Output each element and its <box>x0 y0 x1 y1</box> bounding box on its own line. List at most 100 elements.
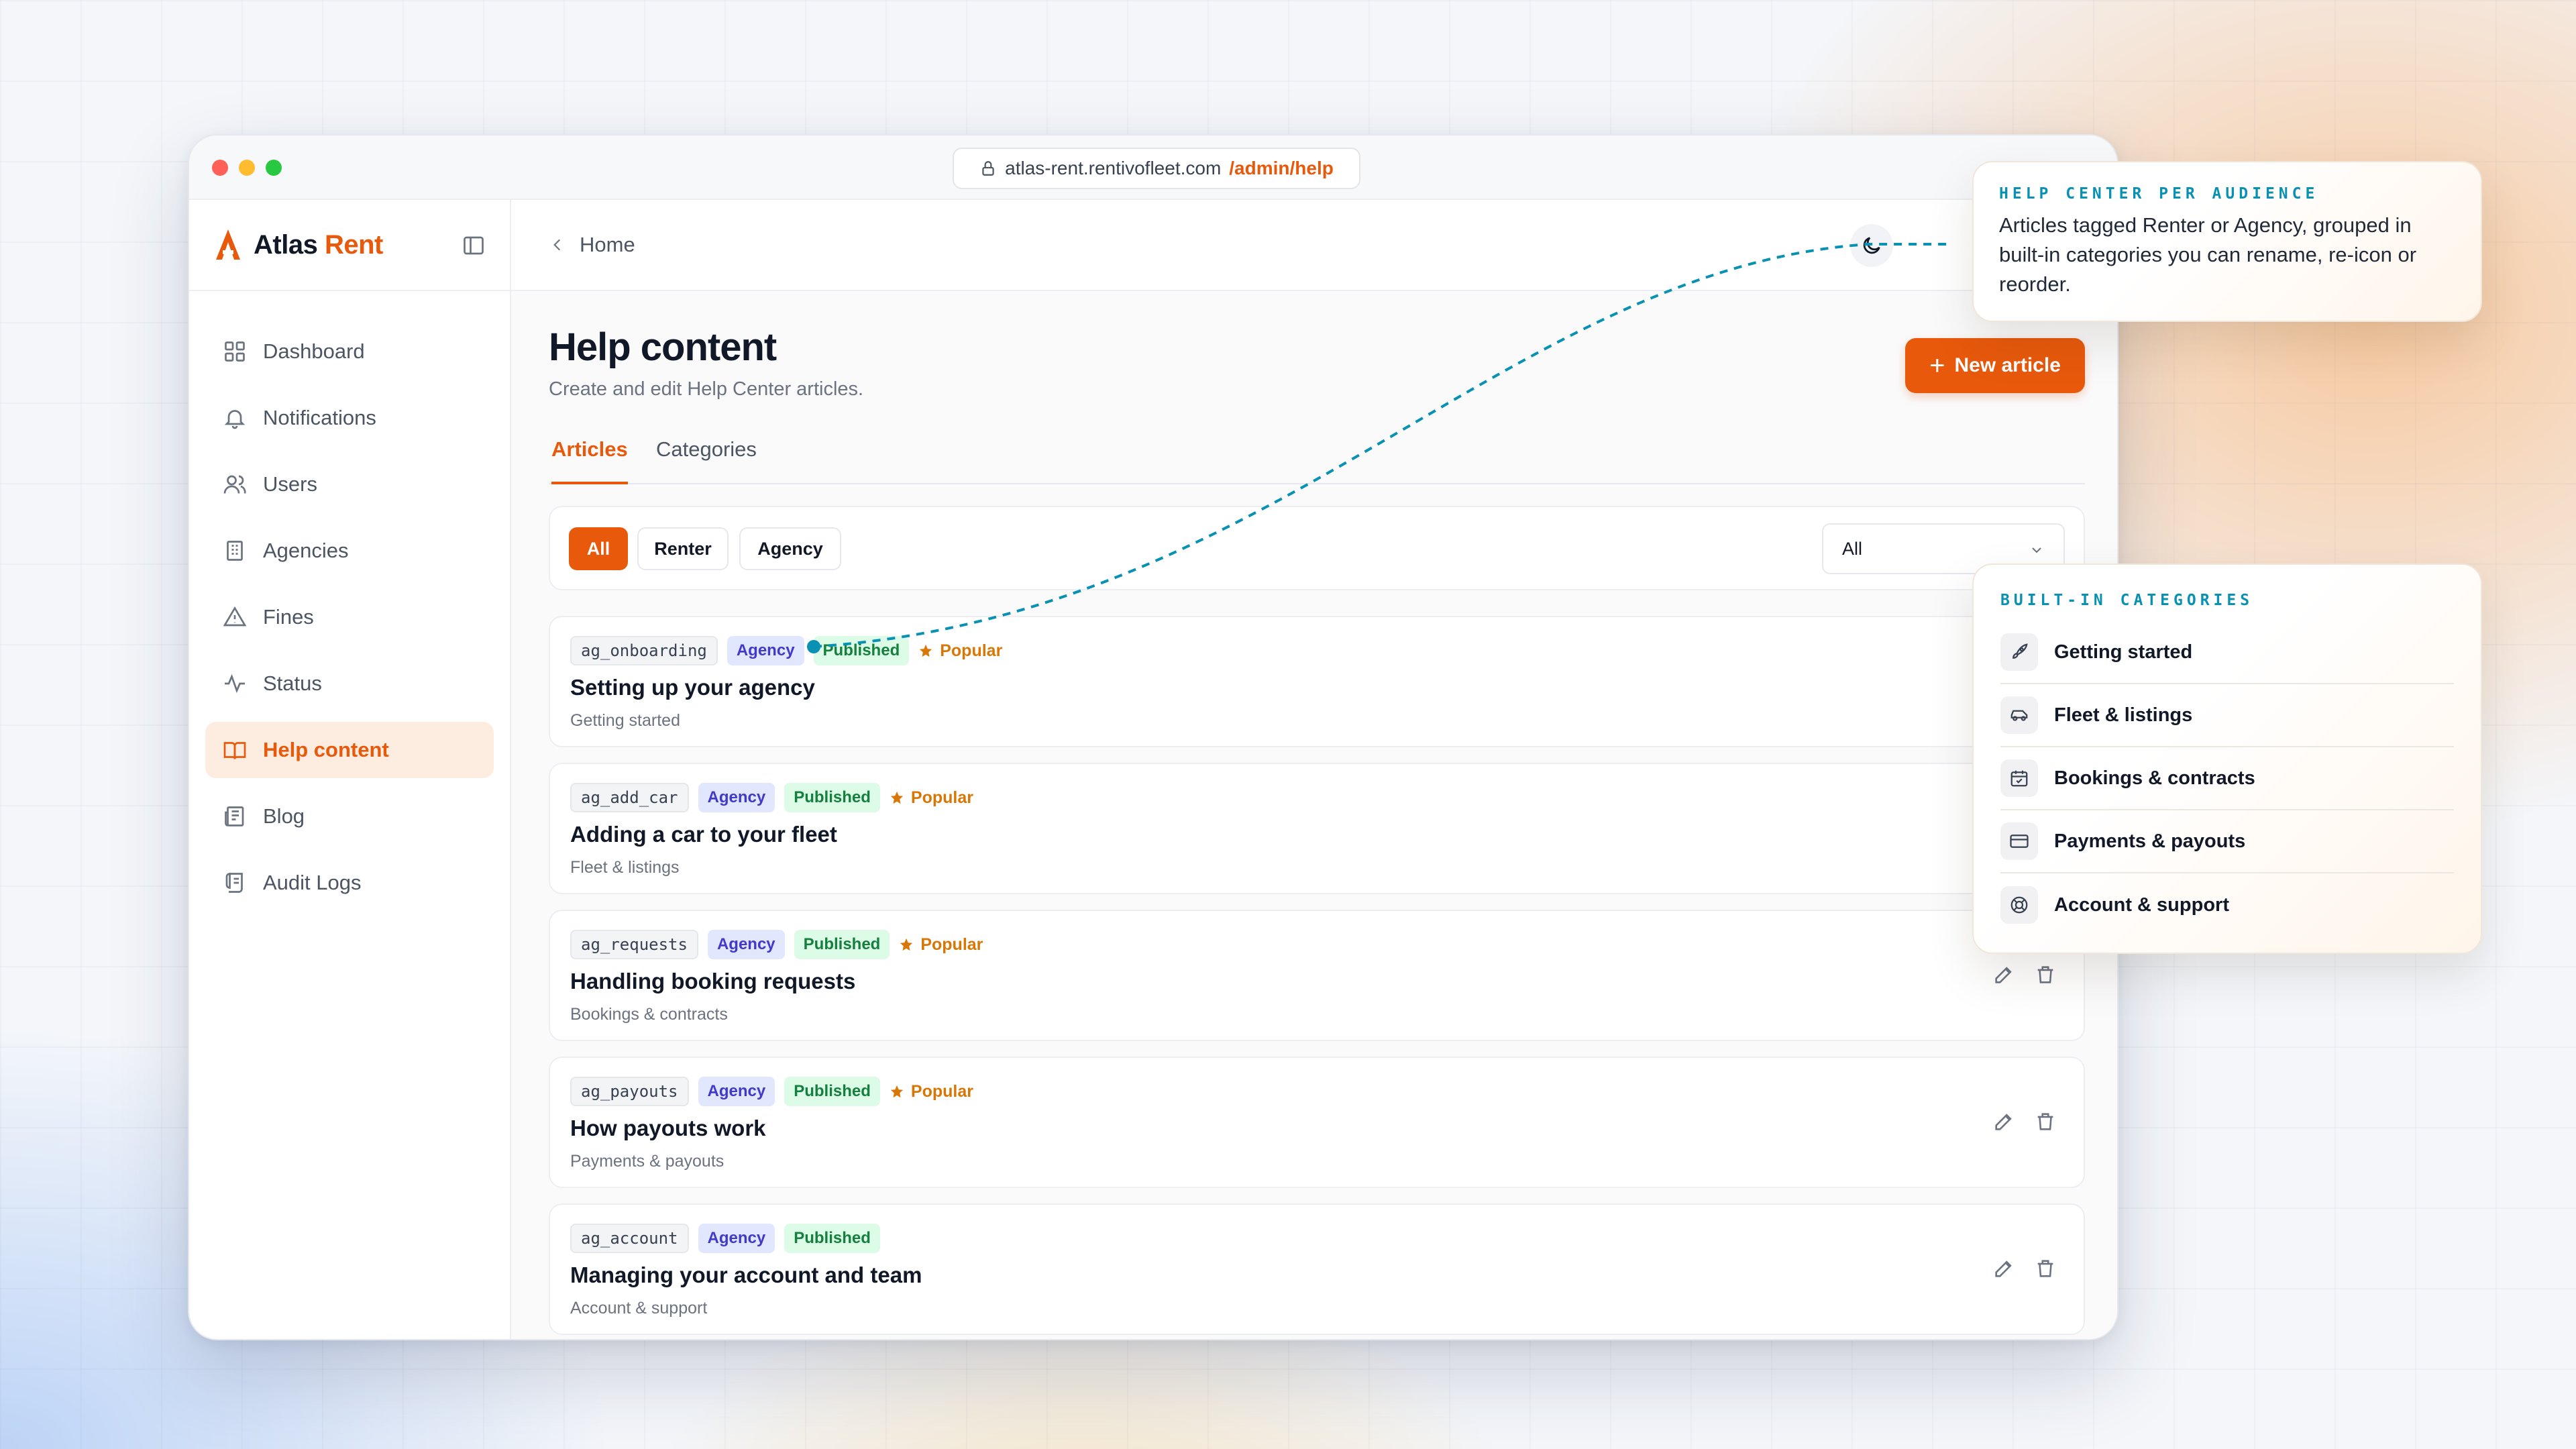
tab-categories[interactable]: Categories <box>656 437 757 474</box>
building-icon <box>227 541 243 561</box>
trash-icon[interactable] <box>2034 1110 2057 1133</box>
popular-label: Popular <box>920 934 983 954</box>
sidebar-collapse-icon[interactable] <box>462 233 486 258</box>
category-list: Getting started Fleet & listings Booking… <box>2000 621 2454 936</box>
star-icon <box>890 1085 904 1098</box>
url-path: /admin/help <box>1229 158 1334 178</box>
trash-icon[interactable] <box>2034 1257 2057 1280</box>
filter-chip-all[interactable]: All <box>569 527 628 570</box>
url-host: atlas-rent.rentivofleet.com <box>1005 158 1222 178</box>
minimize-window-dot[interactable] <box>239 160 255 176</box>
edit-pencil-icon[interactable] <box>1992 1257 2015 1280</box>
article-title: Adding a car to your fleet <box>570 822 837 847</box>
status-badge: Published <box>784 1077 880 1106</box>
article-category: Account & support <box>570 1299 708 1318</box>
audience-badge: Agency <box>727 636 804 665</box>
activity-icon <box>225 674 245 694</box>
sidebar-item-fines[interactable]: Fines <box>205 589 494 645</box>
sidebar-item-users[interactable]: Users <box>205 456 494 513</box>
car-icon <box>2000 696 2038 734</box>
article-category: Bookings & contracts <box>570 1005 728 1024</box>
breadcrumb-home[interactable]: Home <box>580 233 635 257</box>
article-actions <box>1992 1257 2057 1280</box>
sidebar-item-dashboard[interactable]: Dashboard <box>205 323 494 380</box>
brand-name-main: Atlas <box>254 229 318 260</box>
chevron-left-icon[interactable] <box>549 236 566 254</box>
article-category: Fleet & listings <box>570 858 680 877</box>
new-article-button[interactable]: + New article <box>1905 338 2085 393</box>
atlas-logo-icon <box>216 229 240 260</box>
main-content: Home Help content Create and edit Help C… <box>511 200 2117 1339</box>
users-icon <box>223 475 246 494</box>
filter-bar: All Renter Agency All <box>549 506 2085 590</box>
article-actions <box>1992 963 2057 986</box>
category-label: Getting started <box>2054 641 2193 663</box>
article-category: Getting started <box>570 711 680 730</box>
star-icon <box>890 791 904 804</box>
category-item: Account & support <box>2000 873 2454 936</box>
filter-chip-agency[interactable]: Agency <box>739 527 841 570</box>
popular-label: Popular <box>940 641 1003 660</box>
sidebar-item-help-content[interactable]: Help content <box>205 722 494 778</box>
sidebar-item-label: Help content <box>263 738 389 761</box>
star-icon <box>900 938 913 951</box>
status-badge: Published <box>784 783 880 812</box>
lifebuoy-icon <box>2000 886 2038 924</box>
star-icon <box>920 644 932 657</box>
moon-icon <box>1863 237 1880 254</box>
newspaper-icon <box>225 806 244 826</box>
content-tabs: Articles Categories <box>549 437 2085 484</box>
category-label: Payments & payouts <box>2054 830 2246 852</box>
sidebar-item-notifications[interactable]: Notifications <box>205 390 494 446</box>
article-tags: ag_requests Agency Published Popular <box>570 930 983 959</box>
tab-articles[interactable]: Articles <box>551 437 628 484</box>
category-label: Bookings & contracts <box>2054 767 2255 789</box>
category-item: Fleet & listings <box>2000 684 2454 747</box>
popular-badge: Popular <box>899 935 983 955</box>
article-card[interactable]: ag_onboarding Agency Published Popular S… <box>549 616 2085 747</box>
page-subtitle: Create and edit Help Center articles. <box>549 378 864 400</box>
calendar-icon <box>2000 759 2038 797</box>
filter-chip-renter[interactable]: Renter <box>637 527 729 570</box>
category-label: Account & support <box>2054 894 2229 916</box>
article-slug: ag_requests <box>570 930 698 959</box>
article-card[interactable]: ag_requests Agency Published Popular Han… <box>549 910 2085 1041</box>
sidebar-item-blog[interactable]: Blog <box>205 788 494 845</box>
edit-pencil-icon[interactable] <box>1992 963 2015 986</box>
popular-badge: Popular <box>890 1082 973 1102</box>
article-card[interactable]: ag_account Agency Published Managing you… <box>549 1203 2085 1335</box>
article-title: Handling booking requests <box>570 969 856 994</box>
audience-badge: Agency <box>698 1224 775 1253</box>
book-icon <box>223 742 246 759</box>
sidebar-item-label: Notifications <box>263 406 376 429</box>
close-window-dot[interactable] <box>212 160 228 176</box>
category-select-value: All <box>1842 538 1863 559</box>
article-slug: ag_add_car <box>570 783 689 812</box>
scroll-icon <box>225 873 243 893</box>
sidebar-item-label: Agencies <box>263 539 349 562</box>
audience-badge: Agency <box>707 930 785 959</box>
sidebar-item-agencies[interactable]: Agencies <box>205 523 494 579</box>
article-tags: ag_payouts Agency Published Popular <box>570 1077 973 1106</box>
article-card[interactable]: ag_add_car Agency Published Popular Addi… <box>549 763 2085 894</box>
callout-categories: BUILT-IN CATEGORIES Getting started Flee… <box>1972 564 2482 954</box>
maximize-window-dot[interactable] <box>266 160 282 176</box>
sidebar: Atlas Rent Dashboard Notifications Users… <box>189 200 511 1339</box>
trash-icon[interactable] <box>2034 963 2057 986</box>
address-bar[interactable]: atlas-rent.rentivofleet.com /admin/help <box>953 148 1360 189</box>
plus-icon: + <box>1929 351 1945 380</box>
chevron-down-icon <box>2032 547 2041 553</box>
status-badge: Published <box>784 1224 880 1253</box>
sidebar-item-status[interactable]: Status <box>205 655 494 712</box>
article-card[interactable]: ag_payouts Agency Published Popular How … <box>549 1057 2085 1188</box>
browser-titlebar: atlas-rent.rentivofleet.com /admin/help <box>189 136 2117 200</box>
audience-badge: Agency <box>698 783 775 812</box>
popular-badge: Popular <box>890 788 973 808</box>
article-tags: ag_account Agency Published <box>570 1224 880 1253</box>
theme-toggle-button[interactable] <box>1850 224 1893 267</box>
edit-pencil-icon[interactable] <box>1992 1110 2015 1133</box>
page-title: Help content <box>549 325 777 369</box>
articles-list: ag_onboarding Agency Published Popular S… <box>549 616 2085 1339</box>
sidebar-item-audit-logs[interactable]: Audit Logs <box>205 855 494 911</box>
lock-icon <box>982 161 994 176</box>
